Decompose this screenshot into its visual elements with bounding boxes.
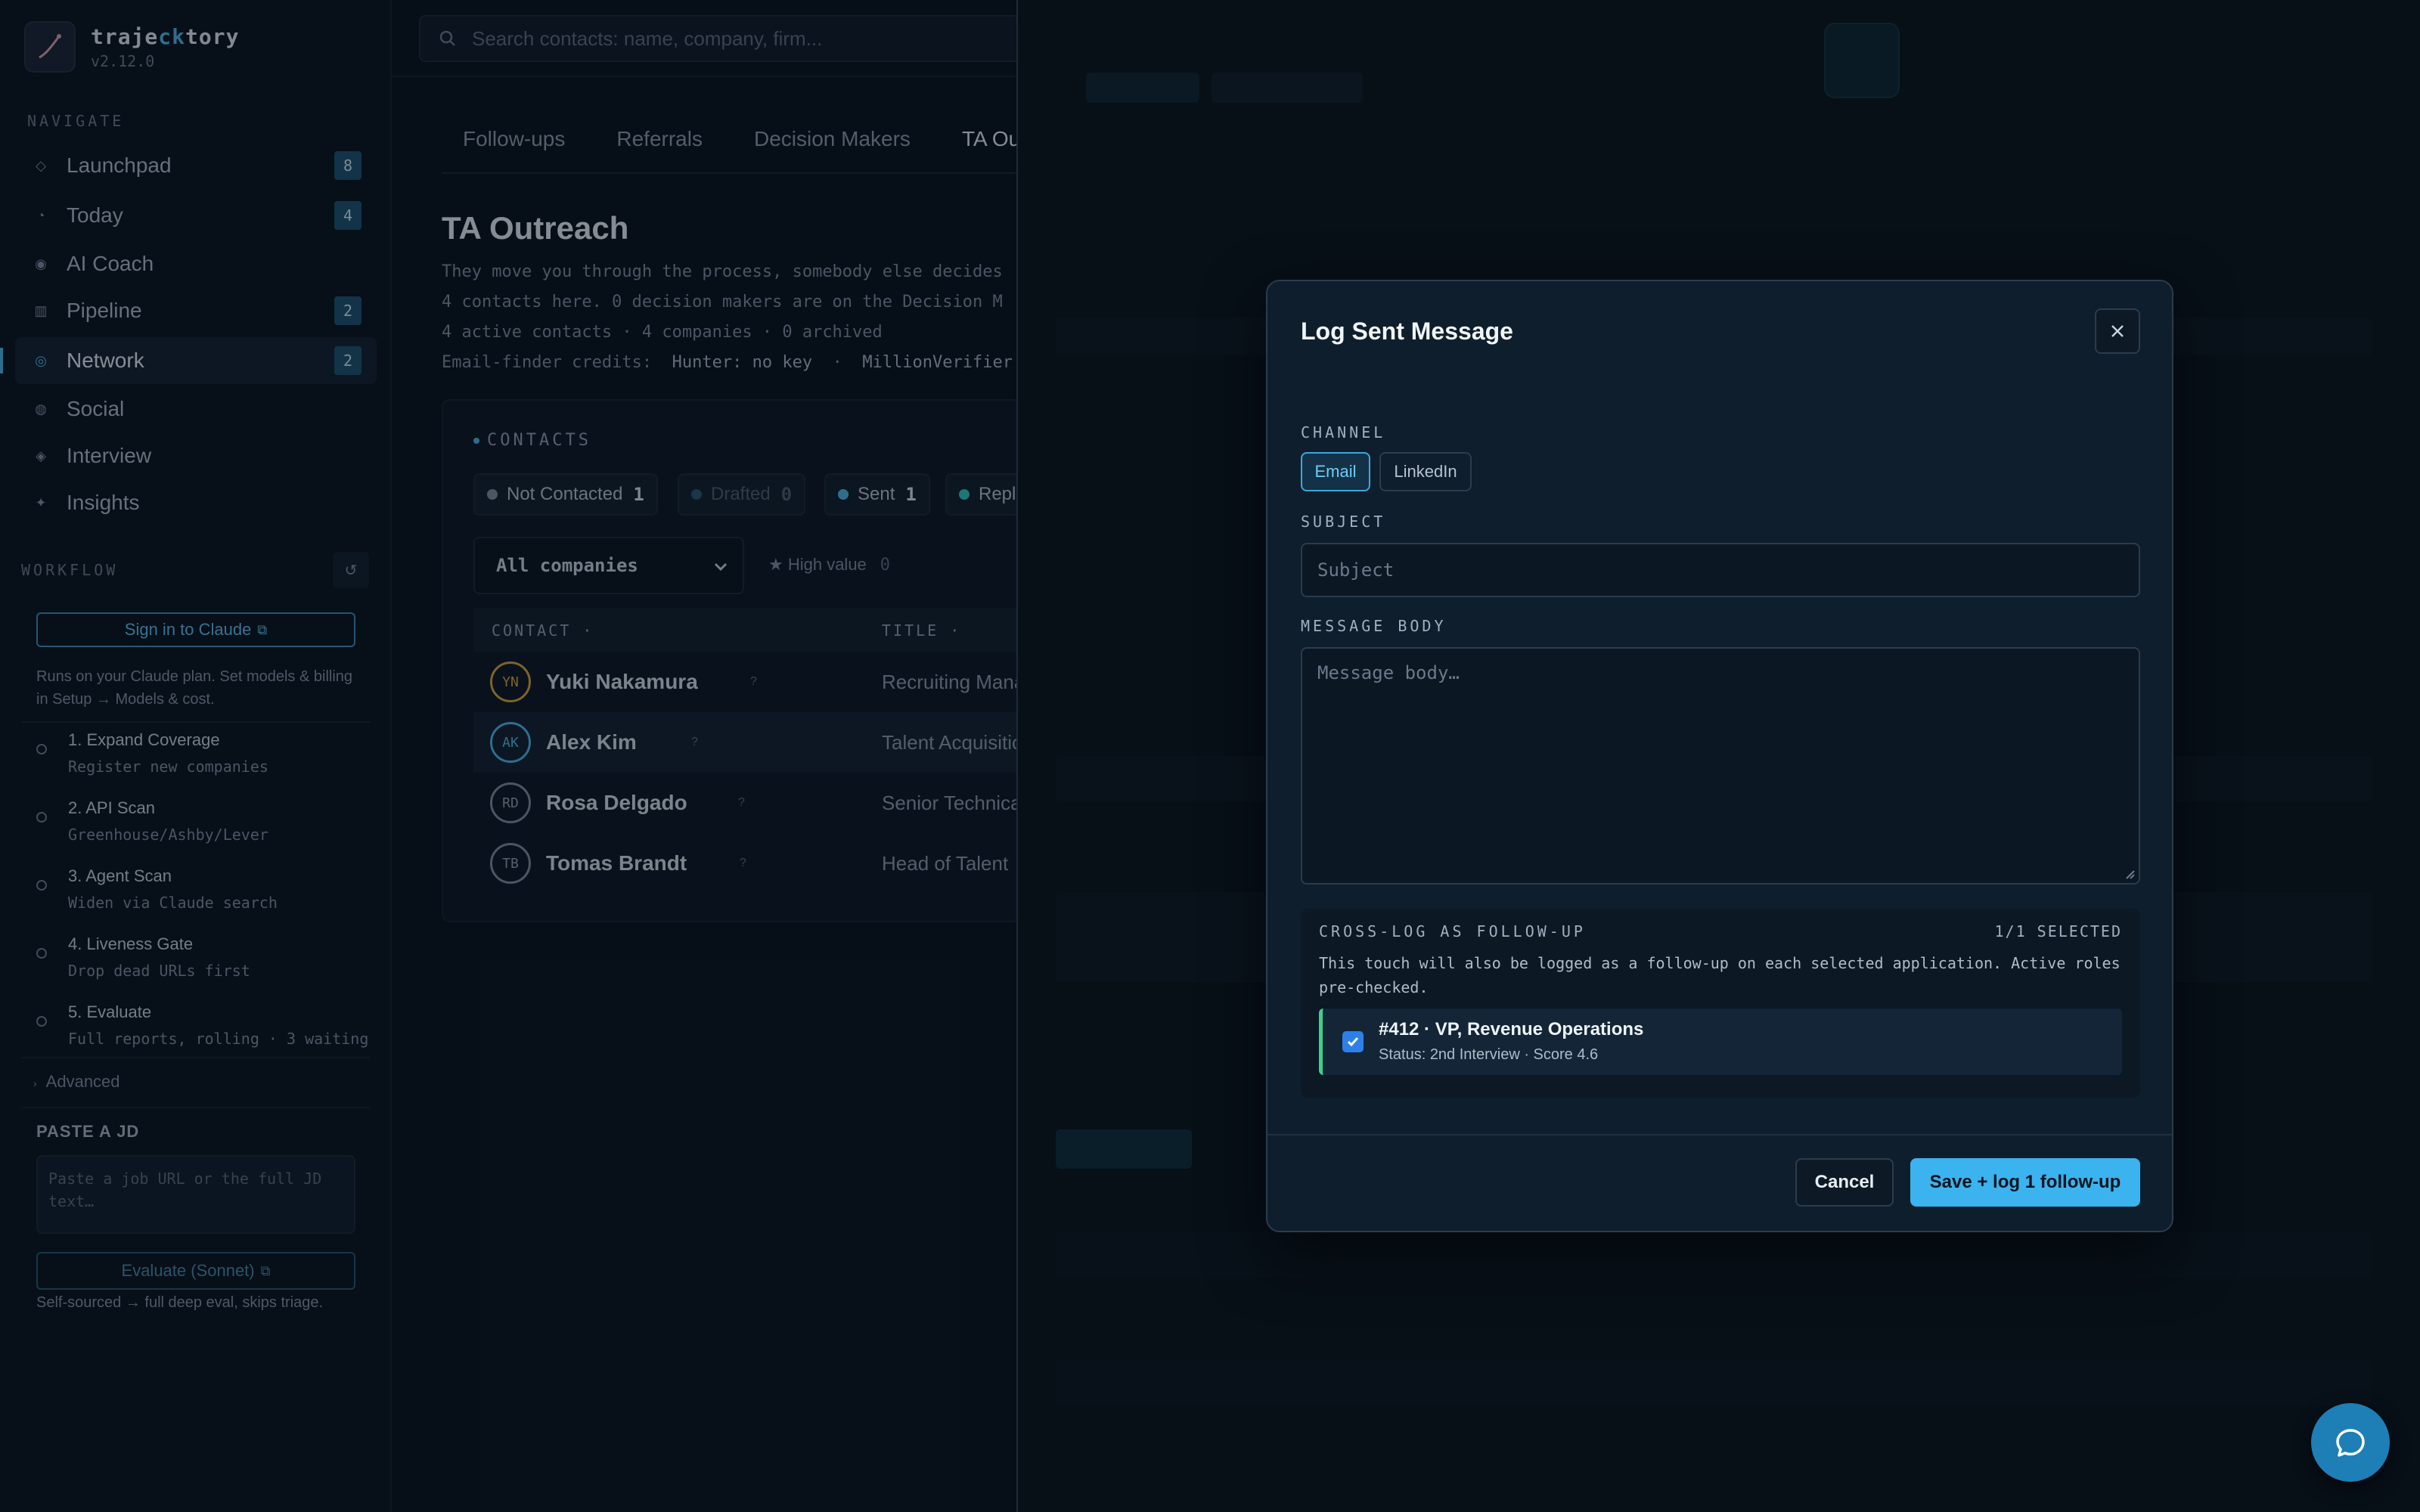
close-button[interactable] xyxy=(2095,308,2140,354)
channel-email-button[interactable]: Email xyxy=(1301,452,1370,491)
application-option[interactable]: #412 · VP, Revenue Operations Status: 2n… xyxy=(1319,1009,2122,1075)
subject-label: SUBJECT xyxy=(1301,513,1386,531)
divider xyxy=(1267,1134,2172,1136)
modal-title: Log Sent Message xyxy=(1301,318,1513,345)
cross-log-label: CROSS-LOG AS FOLLOW-UP xyxy=(1319,922,1586,940)
cross-log-panel: CROSS-LOG AS FOLLOW-UP 1/1 SELECTED This… xyxy=(1301,909,2140,1098)
cross-log-description: This touch will also be logged as a foll… xyxy=(1319,954,2121,996)
chat-bubble-icon xyxy=(2336,1429,2365,1457)
message-body-textarea[interactable]: Message body… xyxy=(1301,647,2140,885)
message-body-label: MESSAGE BODY xyxy=(1301,617,1447,635)
message-body-placeholder: Message body… xyxy=(1317,662,1460,683)
check-icon xyxy=(1347,1037,1359,1047)
application-checkbox[interactable] xyxy=(1342,1031,1364,1052)
application-title: #412 · VP, Revenue Operations xyxy=(1379,1019,1644,1040)
application-status: Status: 2nd Interview · Score 4.6 xyxy=(1379,1046,1599,1063)
channel-label: CHANNEL xyxy=(1301,423,1386,442)
cancel-button[interactable]: Cancel xyxy=(1795,1158,1894,1207)
close-icon xyxy=(2111,325,2124,337)
chat-button[interactable] xyxy=(2311,1403,2390,1482)
log-sent-message-modal: Log Sent Message CHANNEL Email LinkedIn … xyxy=(1266,280,2173,1232)
channel-linkedin-button[interactable]: LinkedIn xyxy=(1379,452,1472,491)
subject-input[interactable]: Subject xyxy=(1301,543,2140,597)
resize-handle-icon[interactable] xyxy=(2124,868,2136,880)
cross-log-count: 1/1 SELECTED xyxy=(1994,922,2122,940)
save-button[interactable]: Save + log 1 follow-up xyxy=(1910,1158,2140,1207)
